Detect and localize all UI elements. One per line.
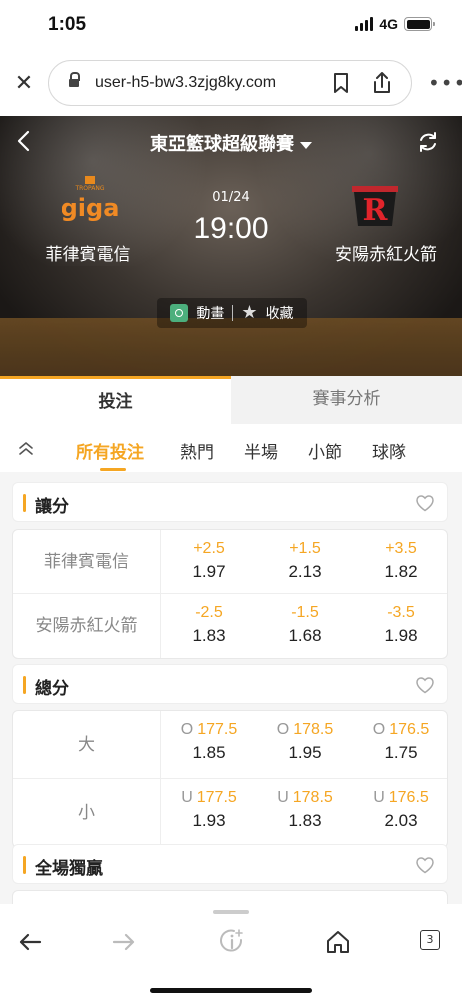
forward-arrow-icon[interactable] [110, 928, 138, 956]
league-selector[interactable]: 東亞籃球超級聯賽 [0, 130, 462, 156]
browser-bottom-toolbar: 3 [0, 904, 462, 1000]
battery-icon [404, 17, 435, 31]
bet-category-tabs: 所有投注 熱門 半場 小節 球隊 [0, 426, 462, 471]
odds-cell[interactable]: +2.5 1.97 [161, 530, 257, 594]
favorite-button[interactable]: 收藏 [266, 303, 294, 323]
odds-cell[interactable]: O 177.5 1.85 [161, 711, 257, 775]
market-table-spread: 菲律賓電信 +2.5 1.97 +1.5 2.13 +3.5 1.82 安陽赤紅火箭 … [12, 529, 448, 659]
odds-cell[interactable]: +1.5 2.13 [257, 530, 353, 594]
tab-betting[interactable]: 投注 [0, 376, 231, 424]
tab-analysis[interactable]: 賽事分析 [231, 376, 462, 424]
close-icon[interactable]: ✕ [12, 72, 36, 96]
star-icon[interactable]: ★ [241, 304, 257, 322]
tabs-icon[interactable]: 3 [420, 930, 440, 950]
row-label: 小 [13, 779, 161, 847]
row-label: 菲律賓電信 [13, 530, 161, 594]
lock-icon [69, 72, 80, 90]
markets-list: 讓分 菲律賓電信 +2.5 1.97 +1.5 2.13 +3.5 1.82 安陽赤紅… [0, 472, 462, 912]
market-title: 全場獨贏 [35, 859, 103, 879]
back-arrow-icon[interactable] [16, 928, 44, 956]
odds-cell[interactable]: -3.5 1.98 [353, 594, 447, 658]
chevron-down-icon [300, 141, 312, 149]
away-team-name: 安陽赤紅火箭 [335, 245, 437, 265]
home-icon[interactable] [324, 928, 352, 956]
url-text[interactable]: user-h5-bw3.3zjg8ky.com [95, 74, 276, 92]
market-header-spread[interactable]: 讓分 [12, 482, 448, 522]
status-time: 1:05 [48, 14, 87, 35]
match-actions: 動畫 ★ 收藏 [157, 298, 307, 328]
network-label: 4G [379, 16, 398, 32]
odds-cell[interactable]: O 178.5 1.95 [257, 711, 353, 775]
odds-cell[interactable]: O 176.5 1.75 [353, 711, 447, 775]
row-label: 大 [13, 711, 161, 779]
refresh-icon[interactable] [416, 130, 440, 154]
table-row: 安陽赤紅火箭 -2.5 1.83 -1.5 1.68 -3.5 1.98 [13, 594, 447, 658]
table-row: 大 O 177.5 1.85 O 178.5 1.95 O 176.5 1.75 [13, 711, 447, 779]
home-indicator [150, 988, 312, 993]
market-header-total[interactable]: 總分 [12, 664, 448, 704]
subtab-quarter[interactable]: 小節 [308, 438, 342, 463]
home-team-name: 菲律賓電信 [45, 245, 131, 265]
subtab-half[interactable]: 半場 [244, 438, 278, 463]
odds-cell[interactable]: U 176.5 2.03 [353, 779, 447, 843]
odds-cell[interactable]: -1.5 1.68 [257, 594, 353, 658]
odds-cell[interactable]: +3.5 1.82 [353, 530, 447, 594]
status-bar: 1:05 4G [0, 0, 462, 52]
collapse-all-icon[interactable] [18, 440, 34, 456]
row-label: 安陽赤紅火箭 [13, 594, 161, 658]
table-row: 小 U 177.5 1.93 U 178.5 1.83 U 176.5 2.03 [13, 779, 447, 847]
market-title: 總分 [35, 679, 69, 699]
drag-handle[interactable] [213, 910, 249, 914]
match-date: 01/24 [212, 190, 250, 205]
subtab-team[interactable]: 球隊 [372, 438, 406, 463]
browser-toolbar: ✕ user-h5-bw3.3zjg8ky.com ••• [0, 52, 462, 116]
league-title: 東亞籃球超級聯賽 [150, 134, 294, 155]
address-bar[interactable]: user-h5-bw3.3zjg8ky.com [48, 60, 412, 106]
subtab-all-bets[interactable]: 所有投注 [76, 438, 144, 471]
match-header: 東亞籃球超級聯賽 TROPANG giga R 01/24 19:00 菲律賓電… [0, 116, 462, 376]
market-header-moneyline[interactable]: 全場獨贏 [12, 844, 448, 884]
odds-cell[interactable]: U 177.5 1.93 [161, 779, 257, 843]
animation-icon[interactable] [170, 304, 189, 322]
heart-icon[interactable] [415, 676, 435, 694]
share-icon[interactable] [371, 71, 393, 95]
more-icon[interactable]: ••• [428, 73, 462, 93]
odds-cell[interactable]: -2.5 1.83 [161, 594, 257, 658]
heart-icon[interactable] [415, 856, 435, 874]
heart-icon[interactable] [415, 494, 435, 512]
bookmark-icon[interactable] [333, 73, 349, 93]
table-row: 菲律賓電信 +2.5 1.97 +1.5 2.13 +3.5 1.82 [13, 530, 447, 594]
subtab-popular[interactable]: 熱門 [180, 438, 214, 463]
signal-icon [355, 17, 374, 31]
info-sparkle-icon[interactable] [218, 928, 246, 956]
market-title: 讓分 [35, 497, 69, 517]
odds-cell[interactable]: U 178.5 1.83 [257, 779, 353, 843]
market-table-total: 大 O 177.5 1.85 O 178.5 1.95 O 176.5 1.75 小 U 17… [12, 710, 448, 848]
main-tabs: 投注 賽事分析 [0, 376, 462, 424]
animation-button[interactable]: 動畫 [196, 303, 224, 323]
